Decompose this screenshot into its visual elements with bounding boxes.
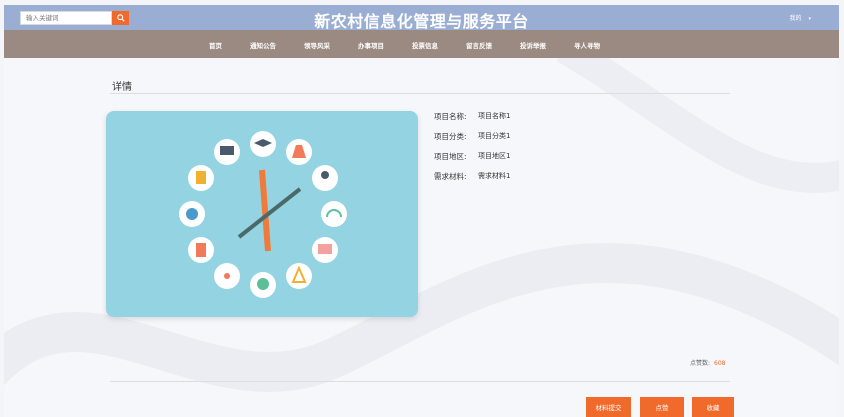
graduation-cap-icon: [250, 131, 276, 157]
globe-icon: [250, 272, 276, 298]
info-value: 项目分类1: [478, 132, 511, 140]
calculator-icon: [188, 237, 214, 263]
molecule-icon: [214, 263, 240, 289]
likes-label: 点赞数:: [690, 360, 711, 367]
nav-item-leaders[interactable]: 领导风采: [304, 40, 330, 50]
clock-illustration: [179, 131, 347, 298]
info-label: 需求材料:: [434, 172, 467, 181]
compass-icon: [286, 263, 312, 289]
likes-value: 608: [714, 360, 726, 367]
flask-icon: [286, 139, 312, 165]
site-title: 新农村信息化管理与服务平台: [314, 12, 529, 31]
submit-materials-button[interactable]: 材料提交: [586, 397, 631, 417]
info-value: 项目名称1: [478, 112, 511, 120]
nav-item-affairs[interactable]: 办事项目: [358, 40, 384, 50]
main-nav: 首页 通知公告 领导风采 办事项目 投票信息 留言反馈 投诉举报 寻人寻物: [4, 30, 839, 58]
info-row-category: 项目分类: 项目分类1: [434, 131, 510, 151]
divider: [110, 93, 730, 94]
info-label: 项目分类:: [434, 132, 467, 141]
chart-board-icon: [312, 237, 338, 263]
info-label: 项目地区:: [434, 152, 467, 161]
nav-item-notices[interactable]: 通知公告: [250, 40, 276, 50]
info-value: 需求材料1: [478, 172, 511, 180]
favorite-button[interactable]: 收藏: [692, 397, 734, 417]
page-title: 详情: [112, 82, 132, 93]
nav-item-home[interactable]: 首页: [209, 40, 222, 50]
divider: [110, 381, 730, 382]
headphones-icon: [321, 201, 347, 227]
user-menu-label: 我的: [789, 15, 802, 22]
clock-hand-pencil: [259, 169, 271, 252]
paint-palette-icon: [179, 201, 205, 227]
info-row-materials: 需求材料: 需求材料1: [434, 171, 510, 191]
info-row-region: 项目地区: 项目地区1: [434, 151, 510, 171]
like-button[interactable]: 点赞: [640, 397, 684, 417]
notebook-icon: [188, 165, 214, 191]
main-content: 详情 项目名称: 项目名称1 项目分类: 项目分类1 项目地区: 项目地区1 需…: [4, 58, 839, 417]
info-value: 项目地区1: [478, 152, 511, 160]
project-info: 项目名称: 项目名称1 项目分类: 项目分类1 项目地区: 项目地区1 需求材料…: [434, 111, 510, 191]
likes-count: 点赞数: 608: [690, 358, 725, 367]
nav-item-votes[interactable]: 投票信息: [412, 40, 438, 50]
nav-item-lost-found[interactable]: 寻人寻物: [574, 40, 600, 50]
info-label: 项目名称:: [434, 112, 467, 121]
monitor-icon: [214, 139, 240, 165]
info-row-name: 项目名称: 项目名称1: [434, 111, 510, 131]
user-menu[interactable]: 我的 ▾: [790, 13, 811, 22]
chevron-down-icon: ▾: [808, 16, 811, 22]
nav-item-feedback[interactable]: 留言反馈: [466, 40, 492, 50]
top-bar: 输入关键词 新农村信息化管理与服务平台 我的 ▾: [4, 5, 839, 31]
nav-item-complaints[interactable]: 投诉举报: [520, 40, 546, 50]
project-image: [106, 111, 418, 317]
clock-hand-pen: [237, 187, 302, 239]
magnifier-icon: [312, 165, 338, 191]
